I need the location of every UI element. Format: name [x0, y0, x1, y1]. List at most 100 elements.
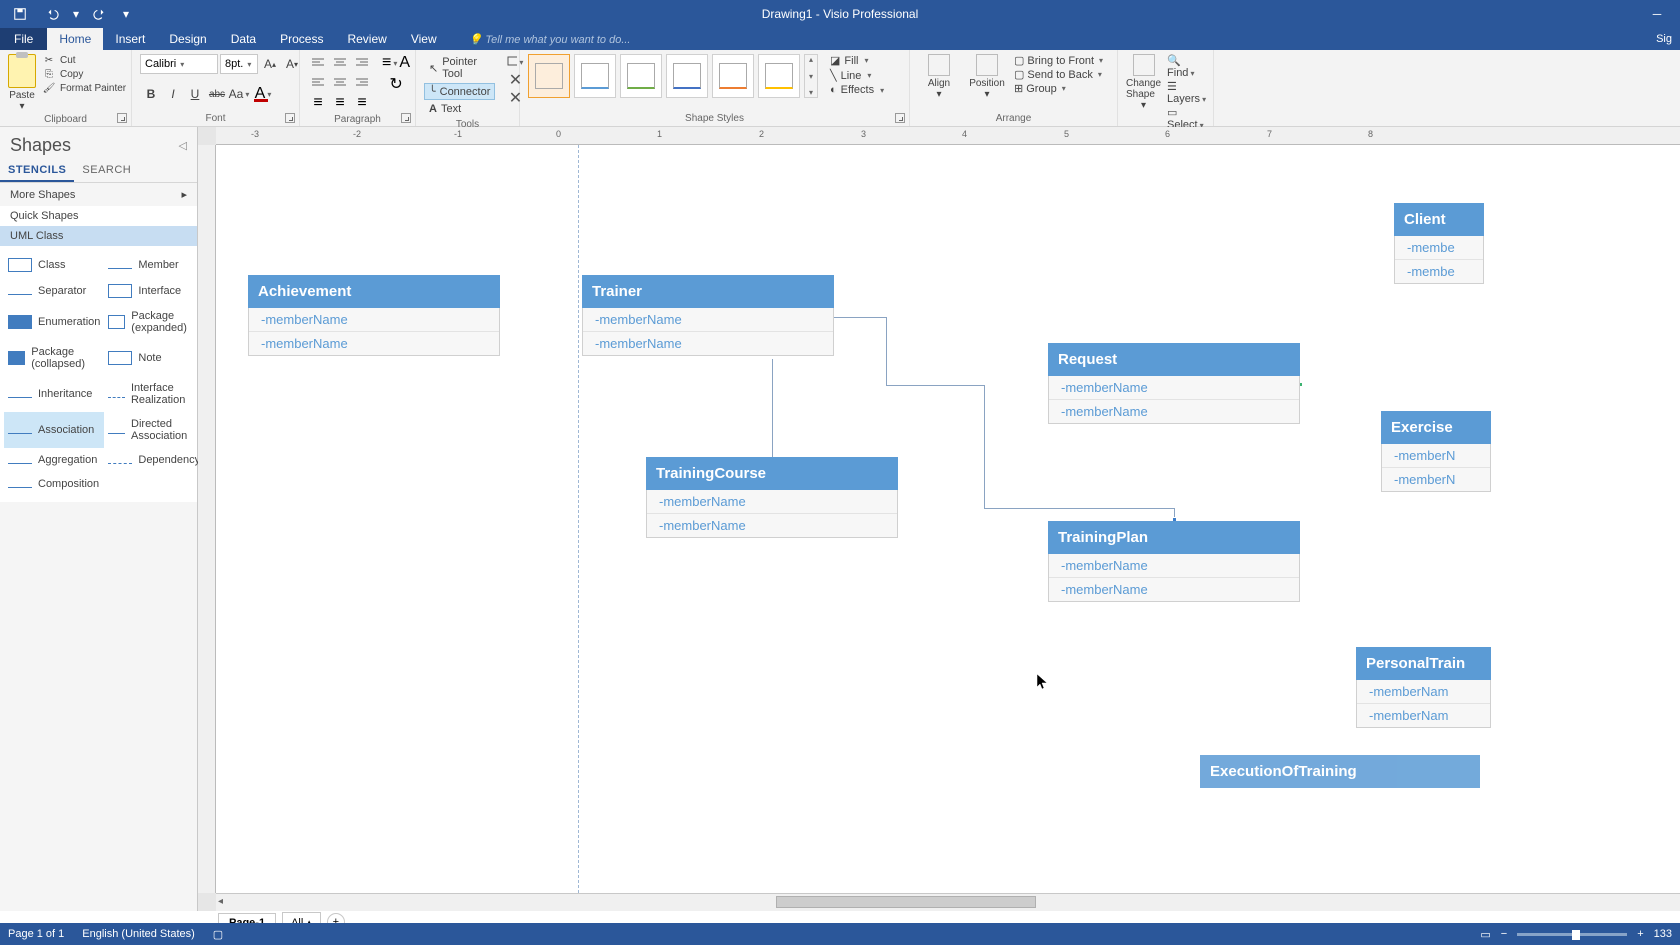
undo-dropdown[interactable]: ▾ [70, 2, 82, 26]
align-top-left[interactable] [308, 54, 328, 72]
zoom-out-button[interactable]: − [1501, 928, 1507, 940]
text-tool-button[interactable]: AText [424, 101, 495, 117]
horizontal-scrollbar[interactable]: ◂ [216, 893, 1680, 911]
underline-button[interactable]: U [184, 84, 206, 104]
align-mid-center[interactable] [330, 74, 350, 92]
tab-data[interactable]: Data [219, 28, 268, 50]
guide-line[interactable] [578, 145, 579, 893]
macro-record-icon[interactable]: ▢ [213, 928, 223, 941]
drawing-canvas[interactable]: Achievement -memberName-memberName Train… [216, 145, 1680, 893]
format-painter-button[interactable]: 🖌Format Painter [42, 82, 126, 94]
qat-customize[interactable]: ▾ [118, 2, 134, 26]
shape-composition[interactable]: Composition [4, 472, 104, 496]
case-button[interactable]: Aa▾ [228, 84, 250, 104]
uml-personal-train[interactable]: PersonalTrain -memberNam-memberNam [1356, 647, 1491, 728]
align-mid-right[interactable] [352, 74, 372, 92]
tab-home[interactable]: Home [47, 28, 103, 50]
shape-note[interactable]: Note [104, 340, 204, 376]
uml-client[interactable]: Client -membe-membe [1394, 203, 1484, 284]
shape-member[interactable]: Member [104, 252, 204, 278]
uml-execution[interactable]: ExecutionOfTraining [1200, 755, 1480, 788]
paragraph-dialog-launcher[interactable] [401, 113, 411, 123]
shape-association[interactable]: Association [4, 412, 104, 448]
uml-exercise[interactable]: Exercise -memberN-memberN [1381, 411, 1491, 492]
collapse-panel-button[interactable]: ◁ [179, 139, 187, 152]
line-button[interactable]: ╲Line▾ [830, 69, 884, 82]
uml-achievement[interactable]: Achievement -memberName-memberName [248, 275, 500, 356]
minimize-button[interactable]: ─ [1634, 2, 1680, 26]
stencil-quick-shapes[interactable]: Quick Shapes [0, 206, 197, 226]
strike-button[interactable]: abc [206, 84, 228, 104]
uml-training-plan[interactable]: TrainingPlan -memberName-memberName [1048, 521, 1300, 602]
presentation-mode-button[interactable]: ▭ [1480, 928, 1490, 941]
cut-button[interactable]: ✂Cut [42, 54, 126, 66]
shape-styles-dialog-launcher[interactable] [895, 113, 905, 123]
fill-button[interactable]: ◪Fill▾ [830, 54, 884, 67]
align-justify[interactable]: ≡ [352, 94, 372, 112]
style-swatch-1[interactable] [528, 54, 570, 98]
style-swatch-5[interactable] [712, 54, 754, 98]
scrollbar-thumb[interactable] [776, 896, 1036, 908]
position-button[interactable]: Position▾ [966, 54, 1008, 100]
indent-increase[interactable]: ≡ [330, 94, 350, 112]
style-swatch-6[interactable] [758, 54, 800, 98]
undo-button[interactable] [38, 2, 66, 26]
change-shape-button[interactable]: Change Shape▾ [1126, 54, 1161, 111]
align-button[interactable]: Align▾ [918, 54, 960, 100]
font-name-combo[interactable]: Calibri▾ [140, 54, 218, 74]
tab-review[interactable]: Review [335, 28, 398, 50]
paste-button[interactable]: Paste ▾ [8, 54, 36, 112]
shape-directed-association[interactable]: Directed Association [104, 412, 204, 448]
grow-font-button[interactable]: A▴ [260, 54, 280, 74]
tab-file[interactable]: File [0, 28, 47, 50]
shrink-font-button[interactable]: A▾ [282, 54, 302, 74]
bullets-button[interactable]: ≡▾ [382, 54, 397, 72]
group-button[interactable]: ⊞Group▾ [1014, 82, 1103, 95]
zoom-in-button[interactable]: + [1637, 928, 1643, 940]
shape-enumeration[interactable]: Enumeration [4, 304, 104, 340]
tab-search[interactable]: SEARCH [74, 160, 139, 182]
bold-button[interactable]: B [140, 84, 162, 104]
italic-button[interactable]: I [162, 84, 184, 104]
style-swatch-4[interactable] [666, 54, 708, 98]
style-swatch-2[interactable] [574, 54, 616, 98]
font-color-button[interactable]: A▾ [250, 84, 276, 104]
connector[interactable] [886, 317, 887, 385]
tab-insert[interactable]: Insert [103, 28, 157, 50]
tab-view[interactable]: View [399, 28, 449, 50]
gallery-scroll[interactable]: ▴▾▾ [804, 54, 818, 98]
tell-me-input[interactable]: 💡 Tell me what you want to do... [449, 33, 631, 46]
uml-training-course[interactable]: TrainingCourse -memberName-memberName [646, 457, 898, 538]
style-swatch-3[interactable] [620, 54, 662, 98]
zoom-value[interactable]: 133 [1654, 928, 1672, 940]
connector[interactable] [886, 385, 985, 386]
shape-interface[interactable]: Interface [104, 278, 204, 304]
align-mid-left[interactable] [308, 74, 328, 92]
shape-interface-realization[interactable]: Interface Realization [104, 376, 204, 412]
shape-package-expanded[interactable]: Package (expanded) [104, 304, 204, 340]
tab-design[interactable]: Design [157, 28, 218, 50]
status-language[interactable]: English (United States) [82, 928, 195, 940]
find-button[interactable]: 🔍 Find▾ [1167, 54, 1206, 79]
rotate-text-button[interactable]: ↻ [382, 74, 410, 94]
redo-button[interactable] [86, 2, 114, 26]
uml-request[interactable]: Request -memberName-memberName [1048, 343, 1300, 424]
connector-tool-button[interactable]: ╰Connector [424, 83, 495, 100]
tab-process[interactable]: Process [268, 28, 335, 50]
font-dialog-launcher[interactable] [285, 113, 295, 123]
more-shapes-link[interactable]: More Shapes▸ [0, 183, 197, 206]
shape-package-collapsed[interactable]: Package (collapsed) [4, 340, 104, 376]
shape-separator[interactable]: Separator [4, 278, 104, 304]
style-gallery[interactable]: ▴▾▾ [528, 54, 818, 98]
shape-aggregation[interactable]: Aggregation [4, 448, 104, 472]
uml-trainer[interactable]: Trainer -memberName-memberName [582, 275, 834, 356]
sign-in[interactable]: Sig [1648, 28, 1680, 50]
connector[interactable] [834, 317, 887, 318]
text-direction-button[interactable]: A [399, 54, 410, 72]
copy-button[interactable]: ⎘Copy [42, 68, 126, 80]
stencil-uml-class[interactable]: UML Class [0, 226, 197, 246]
clipboard-dialog-launcher[interactable] [117, 113, 127, 123]
pointer-tool-button[interactable]: ↖Pointer Tool [424, 54, 495, 82]
save-button[interactable] [6, 2, 34, 26]
shape-class[interactable]: Class [4, 252, 104, 278]
